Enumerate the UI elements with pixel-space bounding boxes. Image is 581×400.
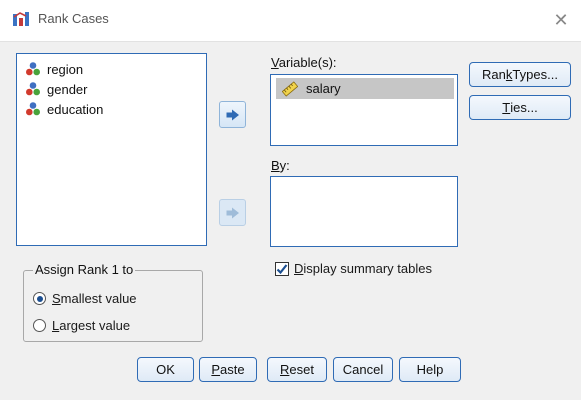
radio-selected-icon[interactable] — [33, 292, 46, 305]
by-label: By: — [271, 158, 290, 173]
list-item-label: region — [47, 61, 84, 77]
arrow-right-icon — [226, 109, 239, 120]
assign-rank-group-title: Assign Rank 1 to — [33, 262, 136, 277]
radio-unselected-icon[interactable] — [33, 319, 46, 332]
arrow-right-icon — [226, 207, 239, 218]
list-item[interactable]: region — [17, 59, 206, 79]
list-item[interactable]: salary — [276, 78, 454, 99]
smallest-value-radio[interactable]: Smallest value — [33, 291, 137, 306]
cancel-button[interactable]: Cancel — [333, 357, 393, 382]
move-to-by-button[interactable] — [219, 199, 246, 226]
source-variable-list[interactable]: region gender education — [16, 53, 207, 246]
by-variables-list[interactable] — [270, 176, 458, 247]
display-summary-checkbox[interactable]: Display summary tables — [275, 261, 432, 276]
largest-value-radio[interactable]: Largest value — [33, 318, 130, 333]
list-item-label: gender — [47, 81, 88, 97]
move-to-variables-button[interactable] — [219, 101, 246, 128]
title-bar: Rank Cases ✕ — [0, 0, 581, 42]
ties-button[interactable]: Ties... — [469, 95, 571, 120]
rank-types-button[interactable]: Ran k Types... — [469, 62, 571, 87]
reset-button[interactable]: Reset — [267, 357, 327, 382]
close-icon: ✕ — [553, 9, 569, 30]
largest-value-label: Largest value — [52, 318, 131, 333]
rank-cases-app-icon — [12, 10, 30, 28]
display-summary-label: Display summary tables — [294, 261, 432, 276]
close-button[interactable]: ✕ — [541, 0, 581, 40]
help-button[interactable]: Help — [399, 357, 461, 382]
nominal-variable-icon — [26, 62, 40, 76]
list-item[interactable]: gender — [17, 79, 206, 99]
paste-button[interactable]: Paste — [199, 357, 257, 382]
nominal-variable-icon — [26, 82, 40, 96]
variables-list[interactable]: salary — [270, 74, 458, 146]
window-title: Rank Cases — [38, 11, 109, 26]
scale-variable-icon — [282, 80, 298, 97]
nominal-variable-icon — [26, 102, 40, 116]
list-item-label: education — [47, 101, 104, 117]
list-item[interactable]: education — [17, 99, 206, 119]
ok-button[interactable]: OK — [137, 357, 194, 382]
variables-label: Variable(s): — [271, 55, 337, 70]
smallest-value-label: Smallest value — [52, 291, 137, 306]
checkbox-checked-icon[interactable] — [275, 261, 289, 276]
list-item-label: salary — [306, 81, 341, 96]
